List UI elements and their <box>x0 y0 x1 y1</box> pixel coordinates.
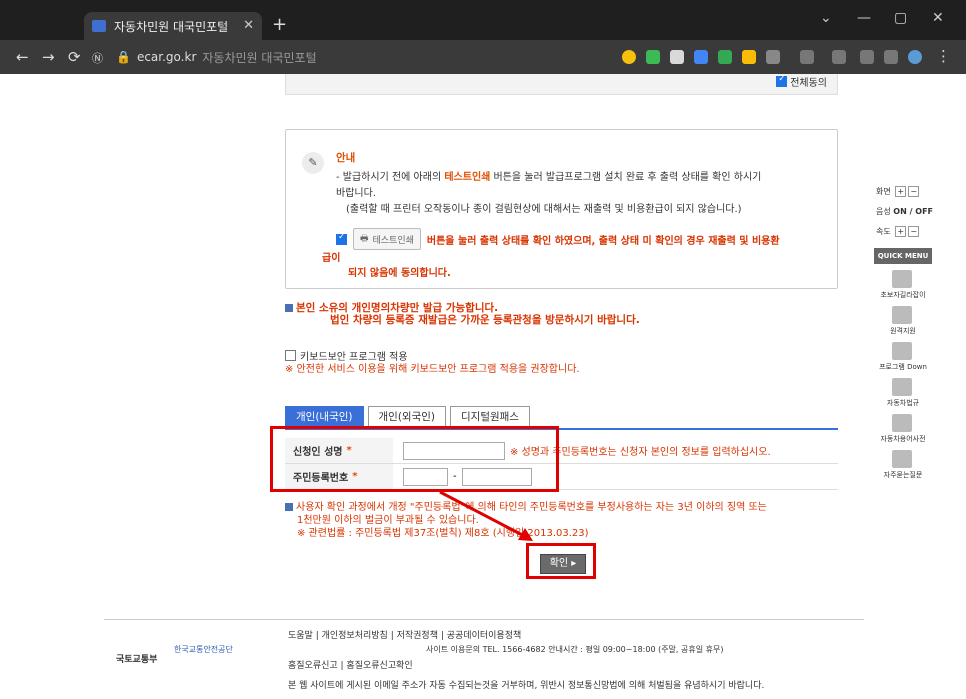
sidebar-icon[interactable] <box>884 50 898 64</box>
notice-line1-post: 버튼을 눌러 발급프로그램 설치 완료 후 출력 상태를 확인 하시기 <box>493 172 762 183</box>
shield-extension-icon[interactable] <box>646 50 660 64</box>
vehicle-dictionary-icon[interactable] <box>892 414 912 432</box>
new-tab-button[interactable]: + <box>272 14 287 35</box>
voice-toggle[interactable]: ON / OFF <box>893 207 933 216</box>
zoom-in-button[interactable]: + <box>895 186 907 197</box>
extension-icon[interactable] <box>766 50 780 64</box>
voice-control: 음성 ON / OFF <box>876 206 933 217</box>
speed-control: 속도 + − <box>876 226 920 237</box>
highlight-confirm-box <box>526 543 596 579</box>
back-icon[interactable]: ← <box>16 48 29 66</box>
zoom-out-button[interactable]: − <box>908 186 920 197</box>
quick-menu: 화면 + − 음성 ON / OFF 속도 + − QUICK MENU 초보자길라… <box>872 182 934 502</box>
main-panel: 전체동의 ✎ 안내 - 발급하시기 전에 아래의 테스트인쇄 버튼을 눌러 발급… <box>104 74 864 699</box>
notice-icon: ✎ <box>302 152 324 174</box>
notice-line1-pre: - 발급하시기 전에 아래의 <box>336 172 442 183</box>
test-print-label: 테스트인쇄 <box>372 235 414 246</box>
menu-icon[interactable]: ⋮ <box>936 47 951 65</box>
footer-policy: 본 웹 사이트에 게시된 이메일 주소가 자동 수집되는것을 거부하며, 위반시… <box>288 681 765 691</box>
vehicle-law-icon[interactable] <box>892 378 912 396</box>
bullet-icon <box>285 503 293 511</box>
warning-line3: ※ 관련법률 : 주민등록법 제37조(벌칙) 제8호 (시행일 2013.03… <box>297 528 589 539</box>
zoom-label: 화면 <box>876 187 891 196</box>
moltm-logo: 국토교통부 <box>116 655 158 665</box>
tab-foreigner[interactable]: 개인(외국인) <box>367 406 446 428</box>
beginner-guide-icon[interactable] <box>892 270 912 288</box>
quick-menu-title: QUICK MENU <box>874 248 932 264</box>
footer-contact: 사이트 이용문의 TEL. 1566-4682 안내시간 : 평일 09:00~… <box>426 645 724 654</box>
extension-icon[interactable] <box>742 50 756 64</box>
terms-box: 전체동의 <box>285 74 838 95</box>
quick-item-faq[interactable]: 자주묻는질문 <box>872 470 934 480</box>
url-page-title: 자동차민원 대국민포털 <box>202 50 317 65</box>
agree-all[interactable]: 전체동의 <box>776 74 827 89</box>
browser-tab[interactable]: 자동차민원 대국민포털 ✕ <box>84 12 262 40</box>
remote-support-icon[interactable] <box>892 306 912 324</box>
extension-icon[interactable] <box>670 50 684 64</box>
quick-item-dictionary[interactable]: 자동차용어사전 <box>872 434 934 444</box>
cast-icon[interactable] <box>832 50 846 64</box>
address-bar[interactable]: 🔒 ecar.go.kr 자동차민원 대국민포털 <box>112 45 592 69</box>
footer: 국토교통부 한국교통안전공단 도움말 | 개인정보처리방침 | 저작권정책 | … <box>104 619 864 699</box>
footer-links[interactable]: 도움말 | 개인정보처리방침 | 저작권정책 | 공공데이터이용정책 <box>288 628 521 641</box>
notice-line1-highlight: 테스트인쇄 <box>444 172 491 183</box>
agree-all-label: 전체동의 <box>790 78 827 89</box>
tab-digital-onepass[interactable]: 디지털원패스 <box>450 406 530 428</box>
lock-icon: 🔒 <box>116 50 131 64</box>
notice-title: 안내 <box>336 152 356 164</box>
ts-logo: 한국교통안전공단 <box>174 645 233 654</box>
test-print-row: 🖶테스트인쇄 버튼을 눌러 출력 상태를 확인 하였으며, 출력 상태 미 확인… <box>336 228 780 250</box>
faq-icon[interactable] <box>892 450 912 468</box>
keyboard-security-hint: ※ 안전한 서비스 이용을 위해 키보드보안 프로그램 적용을 권장합니다. <box>285 364 580 375</box>
footer-report[interactable]: 홈질오류신고 | 홈질오류신고확인 <box>288 658 413 671</box>
test-print-confirm-text2: 급이 <box>322 253 341 264</box>
maximize-icon[interactable]: ▢ <box>894 10 907 26</box>
quick-item-guide[interactable]: 초보자길라잡이 <box>872 290 934 300</box>
forward-icon[interactable]: → <box>42 48 55 66</box>
reader-icon[interactable]: Ⓝ <box>92 50 103 66</box>
auth-tabs: 개인(내국인) 개인(외국인) 디지털원패스 <box>285 406 530 428</box>
zoom-control: 화면 + − <box>876 186 920 197</box>
test-print-checkbox[interactable] <box>336 232 347 245</box>
highlight-form-box <box>270 426 559 492</box>
quick-item-download[interactable]: 프로그램 Down <box>872 362 934 372</box>
quick-item-law[interactable]: 자동차법규 <box>872 398 934 408</box>
notice-box: ✎ 안내 - 발급하시기 전에 아래의 테스트인쇄 버튼을 눌러 발급프로그램 … <box>285 129 838 289</box>
download-icon[interactable] <box>800 50 814 64</box>
tab-search-icon[interactable]: ⌄ <box>820 10 832 26</box>
speed-down-button[interactable]: − <box>908 226 920 237</box>
test-print-confirm-text: 버튼을 눌러 출력 상태를 확인 하였으며, 출력 상태 미 확인의 경우 재출… <box>426 235 780 247</box>
bullet-icon <box>285 304 293 312</box>
notice-line3: (출력할 때 프린터 오작동이나 종이 걸림현상에 대해서는 재출력 및 비용환… <box>346 204 742 215</box>
extension-icon[interactable] <box>622 50 636 64</box>
printer-icon: 🖶 <box>360 234 369 244</box>
minimize-icon[interactable]: — <box>857 10 871 26</box>
speed-up-button[interactable]: + <box>895 226 907 237</box>
quick-item-remote[interactable]: 원격지원 <box>872 326 934 336</box>
page-content: 전체동의 ✎ 안내 - 발급하시기 전에 아래의 테스트인쇄 버튼을 눌러 발급… <box>0 74 966 699</box>
agree-all-checkbox[interactable] <box>776 74 788 87</box>
notice-line1: - 발급하시기 전에 아래의 테스트인쇄 버튼을 눌러 발급프로그램 설치 완료… <box>336 168 761 183</box>
browser-titlebar: 자동차민원 대국민포털 ✕ + ⌄ — ▢ ✕ <box>0 0 966 40</box>
url-domain: ecar.go.kr <box>136 50 197 64</box>
browser-toolbar: ← → ⟳ Ⓝ 🔒 ecar.go.kr 자동차민원 대국민포털 ⋮ <box>0 40 966 74</box>
extension-icon[interactable] <box>718 50 732 64</box>
site-favicon-icon <box>92 20 106 32</box>
tab-title: 자동차민원 대국민포털 <box>114 19 229 34</box>
test-print-confirm-text3: 되지 않음에 동의합니다. <box>348 268 451 279</box>
tab-domestic[interactable]: 개인(내국인) <box>285 406 364 428</box>
screenshot-icon[interactable] <box>860 50 874 64</box>
test-print-button[interactable]: 🖶 테스트인쇄 <box>353 228 421 250</box>
voice-label: 음성 <box>876 207 891 216</box>
notice-line2: 바랍니다. <box>336 188 376 199</box>
owner-notice-line2: 법인 차량의 등록증 재발급은 가까운 등록관청을 방문하시기 바랍니다. <box>330 314 640 326</box>
close-window-icon[interactable]: ✕ <box>932 10 944 26</box>
speed-label: 속도 <box>876 227 891 236</box>
profile-avatar[interactable] <box>908 50 922 64</box>
close-tab-icon[interactable]: ✕ <box>243 18 254 33</box>
translate-icon[interactable] <box>694 50 708 64</box>
program-download-icon[interactable] <box>892 342 912 360</box>
reload-icon[interactable]: ⟳ <box>68 48 81 66</box>
